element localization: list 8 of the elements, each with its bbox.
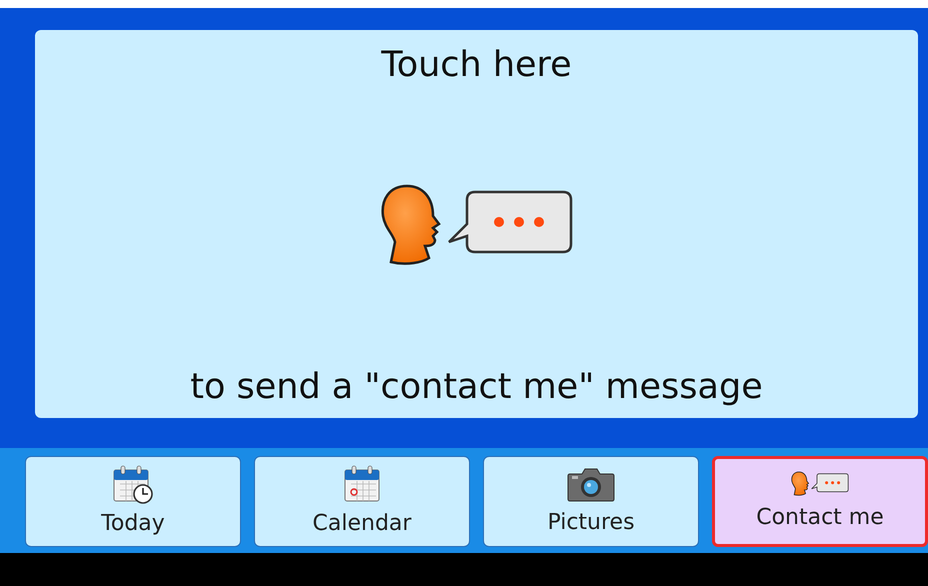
tab[interactable]: Pictures	[483, 456, 699, 547]
panel-title: Touch here	[381, 44, 572, 86]
calendar-clock-icon	[111, 463, 155, 505]
tab[interactable]: Calendar	[254, 456, 470, 547]
tab[interactable]: Today	[25, 456, 241, 547]
message-panel[interactable]: Touch here to send a "contact me" message	[35, 30, 918, 418]
tab[interactable]: Contact me	[712, 456, 928, 547]
panel-caption: to send a "contact me" message	[190, 366, 763, 408]
